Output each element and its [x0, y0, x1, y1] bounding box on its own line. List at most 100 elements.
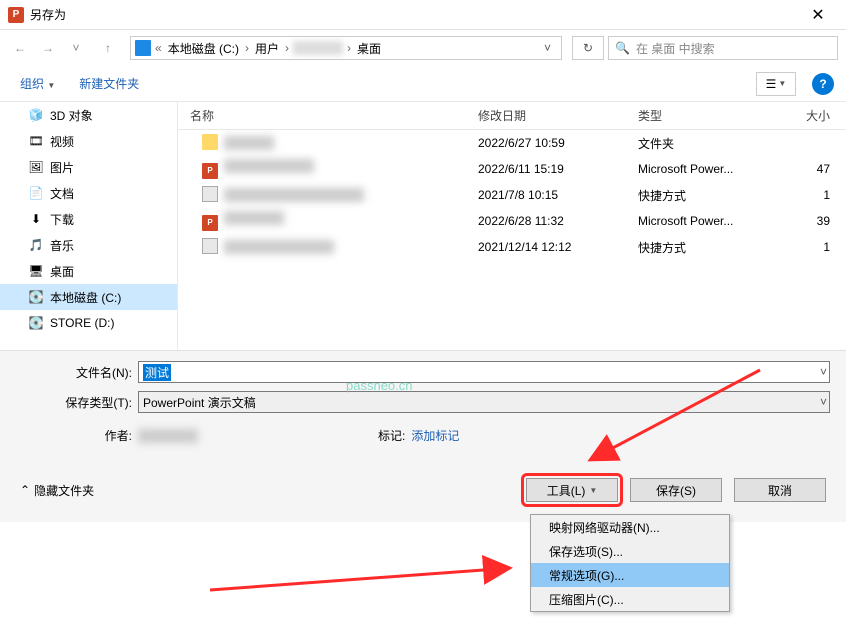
- chevron-icon: ›: [283, 41, 291, 55]
- sidebar-label: 桌面: [50, 263, 74, 280]
- file-row[interactable]: P 2022/6/28 11:32 Microsoft Power... 39: [178, 208, 846, 234]
- chevron-down-icon[interactable]: ˅: [820, 395, 827, 409]
- sidebar-item[interactable]: 📄文档: [0, 180, 177, 206]
- tools-button[interactable]: 工具(L) ▼: [526, 478, 618, 502]
- filetype-label: 保存类型(T):: [8, 394, 138, 411]
- search-placeholder: 在 桌面 中搜索: [636, 40, 715, 57]
- author-value-redacted: [138, 429, 198, 443]
- add-tag-link[interactable]: 添加标记: [411, 427, 459, 444]
- window-title: 另存为: [30, 6, 798, 23]
- chevron-down-icon: ▼: [47, 81, 55, 90]
- sidebar-item[interactable]: 🎵音乐: [0, 232, 177, 258]
- up-button[interactable]: ↑: [96, 36, 120, 60]
- address-bar[interactable]: « 本地磁盘 (C:) › 用户 › › 桌面 ˅: [130, 36, 562, 60]
- save-button[interactable]: 保存(S): [630, 478, 722, 502]
- sidebar-icon: 📄: [28, 185, 44, 201]
- chevron-icon: ⌃: [20, 483, 30, 497]
- sidebar-icon: 🖥: [28, 263, 44, 279]
- chevron-down-icon: ▼: [589, 486, 597, 495]
- file-date: 2022/6/27 10:59: [478, 136, 638, 150]
- sidebar-item[interactable]: 🧊3D 对象: [0, 102, 177, 128]
- sidebar-item[interactable]: 🖼图片: [0, 154, 177, 180]
- titlebar: P 另存为 ✕: [0, 0, 846, 30]
- file-row[interactable]: P 2022/6/11 15:19 Microsoft Power... 47: [178, 156, 846, 182]
- menu-item[interactable]: 映射网络驱动器(N)...: [531, 515, 729, 539]
- file-name-redacted: [224, 211, 284, 225]
- menu-item[interactable]: 保存选项(S)...: [531, 539, 729, 563]
- file-date: 2021/12/14 12:12: [478, 240, 638, 254]
- sidebar-item[interactable]: 💽 本地磁盘 (C:): [0, 284, 177, 310]
- file-name-redacted: [224, 136, 274, 150]
- breadcrumb-seg-redacted[interactable]: [293, 41, 343, 55]
- sidebar-icon: 🎞: [28, 133, 44, 149]
- sidebar-label: 下载: [50, 211, 74, 228]
- file-list: 名称 修改日期 类型 大小 2022/6/27 10:59 文件夹 P 2022…: [178, 102, 846, 350]
- filetype-combo[interactable]: PowerPoint 演示文稿 ˅: [138, 391, 830, 413]
- forward-button[interactable]: →: [36, 36, 60, 60]
- hide-folders-toggle[interactable]: ⌃ 隐藏文件夹: [20, 482, 94, 499]
- file-row[interactable]: 2021/12/14 12:12 快捷方式 1: [178, 234, 846, 260]
- file-size: 39: [778, 214, 838, 228]
- file-name-redacted: [224, 188, 364, 202]
- sidebar-item[interactable]: 🖥 桌面: [0, 258, 177, 284]
- file-icon: [202, 134, 218, 150]
- col-size[interactable]: 大小: [778, 107, 838, 124]
- new-folder-button[interactable]: 新建文件夹: [71, 71, 147, 96]
- file-type: 快捷方式: [638, 239, 778, 256]
- breadcrumb-seg[interactable]: 本地磁盘 (C:): [166, 40, 241, 57]
- breadcrumb-seg[interactable]: 桌面: [355, 40, 383, 57]
- filetype-value: PowerPoint 演示文稿: [143, 394, 256, 411]
- file-date: 2022/6/28 11:32: [478, 214, 638, 228]
- history-dropdown[interactable]: ˅: [64, 36, 88, 60]
- navbar: ← → ˅ ↑ « 本地磁盘 (C:) › 用户 › › 桌面 ˅ ↻ 🔍 在 …: [0, 30, 846, 66]
- chevron-down-icon[interactable]: ˅: [820, 365, 827, 379]
- file-type: 快捷方式: [638, 187, 778, 204]
- column-headers: 名称 修改日期 类型 大小: [178, 102, 846, 130]
- cancel-button[interactable]: 取消: [734, 478, 826, 502]
- sidebar-label: 本地磁盘 (C:): [50, 289, 121, 306]
- file-row[interactable]: 2021/7/8 10:15 快捷方式 1: [178, 182, 846, 208]
- sidebar-item[interactable]: ⬇下载: [0, 206, 177, 232]
- file-icon: [202, 186, 218, 202]
- tag-label: 标记:: [378, 427, 411, 444]
- col-date[interactable]: 修改日期: [478, 107, 638, 124]
- organize-button[interactable]: 组织 ▼: [12, 71, 63, 96]
- close-button[interactable]: ✕: [798, 0, 838, 30]
- back-button[interactable]: ←: [8, 36, 32, 60]
- sidebar-item[interactable]: 💽STORE (D:): [0, 310, 177, 336]
- author-label: 作者:: [8, 427, 138, 444]
- col-type[interactable]: 类型: [638, 107, 778, 124]
- file-type: Microsoft Power...: [638, 162, 778, 176]
- chevron-down-icon: ▼: [778, 79, 786, 88]
- refresh-button[interactable]: ↻: [572, 36, 604, 60]
- organize-label: 组织: [20, 77, 44, 91]
- tools-menu: 映射网络驱动器(N)...保存选项(S)...常规选项(G)...压缩图片(C)…: [530, 514, 730, 612]
- filename-input[interactable]: 测试 ˅: [138, 361, 830, 383]
- hide-folders-label: 隐藏文件夹: [34, 482, 94, 499]
- file-type: Microsoft Power...: [638, 214, 778, 228]
- sidebar-icon: 🧊: [28, 107, 44, 123]
- bottom-panel: 文件名(N): 测试 ˅ 保存类型(T): PowerPoint 演示文稿 ˅ …: [0, 350, 846, 522]
- view-icon: ☰: [766, 77, 777, 91]
- menu-item[interactable]: 常规选项(G)...: [531, 563, 729, 587]
- filename-label: 文件名(N):: [8, 364, 138, 381]
- chevron-icon: «: [153, 41, 164, 55]
- sidebar-icon: 💽: [28, 289, 44, 305]
- file-icon: P: [202, 215, 218, 231]
- sidebar-item[interactable]: 🎞 视频: [0, 128, 177, 154]
- drive-icon: [135, 40, 151, 56]
- view-options-button[interactable]: ☰ ▼: [756, 72, 796, 96]
- breadcrumb-seg[interactable]: 用户: [253, 40, 281, 57]
- sidebar-label: 视频: [50, 133, 74, 150]
- file-row[interactable]: 2022/6/27 10:59 文件夹: [178, 130, 846, 156]
- address-dropdown[interactable]: ˅: [538, 41, 557, 55]
- menu-item[interactable]: 压缩图片(C)...: [531, 587, 729, 611]
- filename-value: 测试: [143, 364, 171, 381]
- tools-label: 工具(L): [547, 482, 586, 499]
- search-icon: 🔍: [615, 41, 630, 55]
- search-input[interactable]: 🔍 在 桌面 中搜索: [608, 36, 838, 60]
- sidebar: 🧊3D 对象 🎞 视频 🖼图片📄文档⬇下载🎵音乐 🖥 桌面 💽 本地磁盘 (C:) 💽STORE…: [0, 102, 178, 350]
- help-button[interactable]: ?: [812, 73, 834, 95]
- file-type: 文件夹: [638, 135, 778, 152]
- col-name[interactable]: 名称: [178, 107, 478, 124]
